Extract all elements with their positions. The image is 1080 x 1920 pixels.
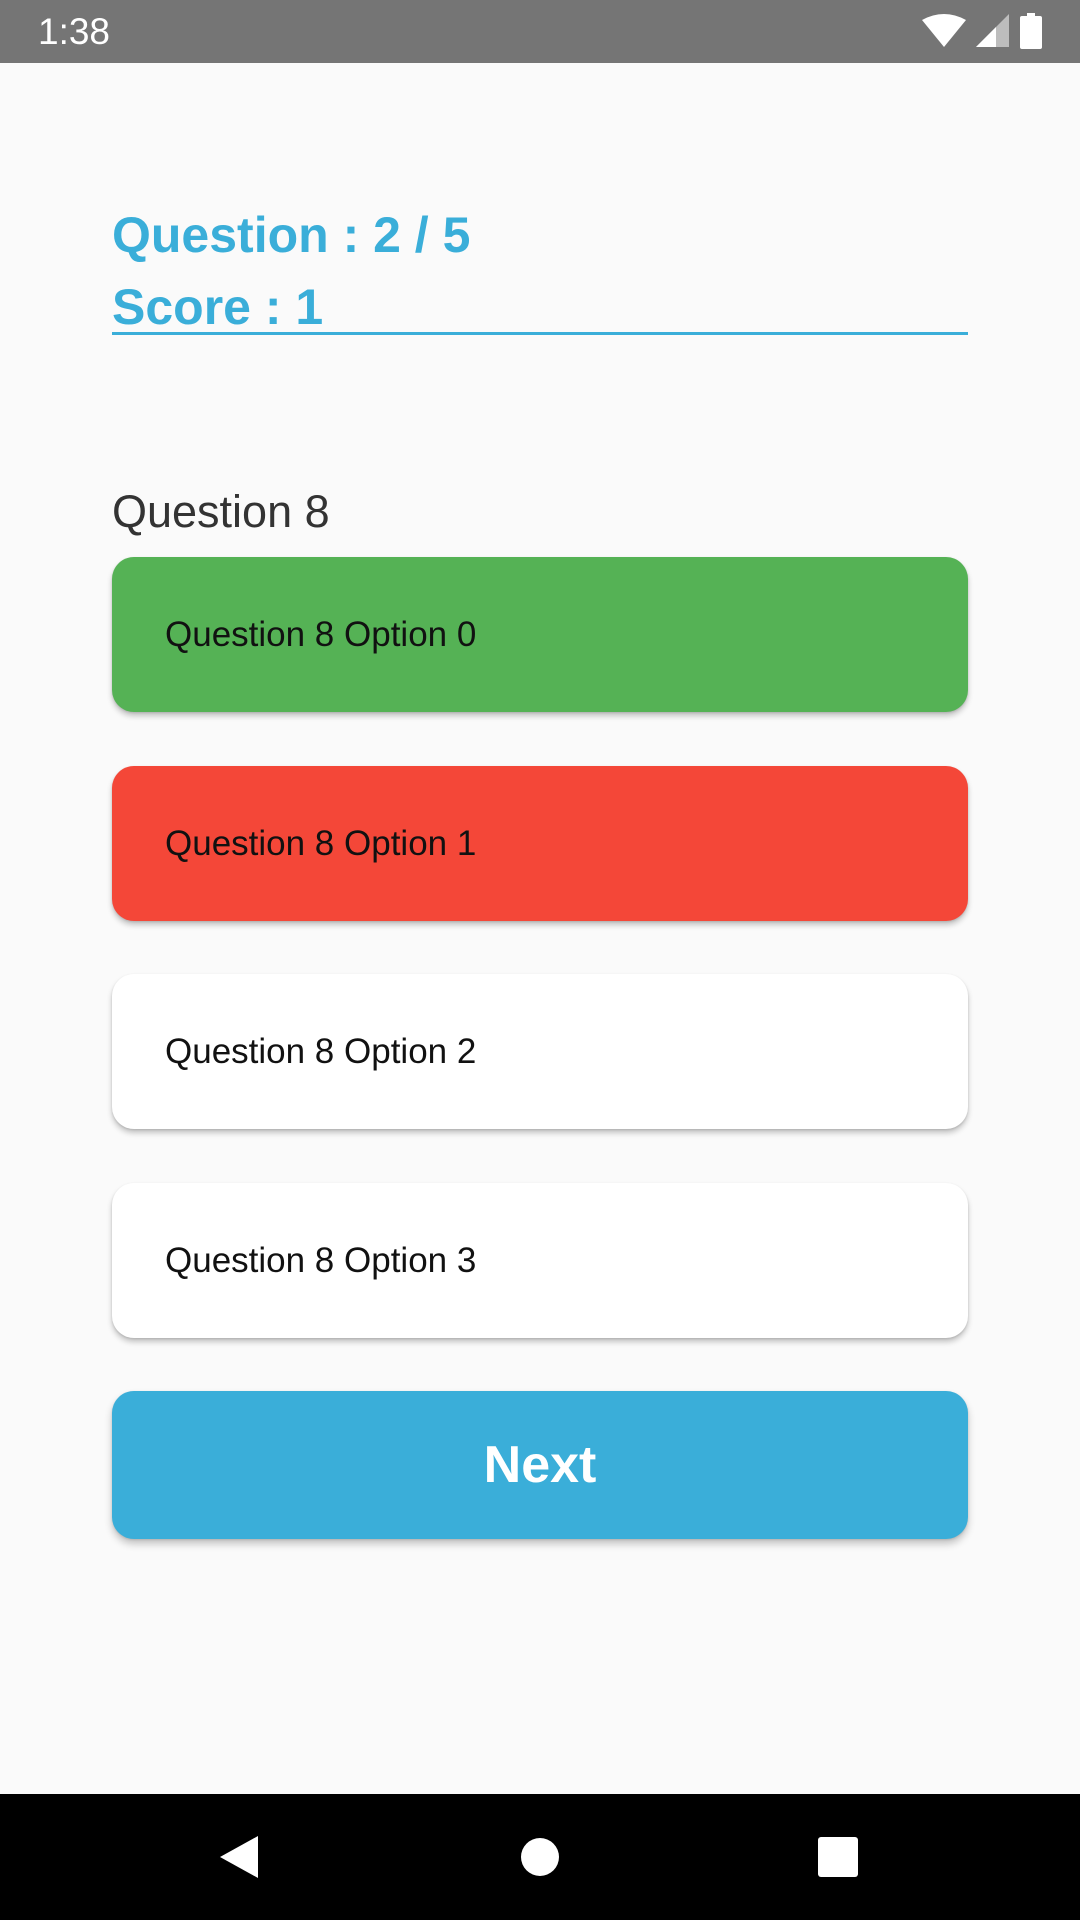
- option-label: Question 8 Option 0: [165, 614, 477, 654]
- option-button-0[interactable]: Question 8 Option 0: [112, 557, 968, 712]
- status-time: 1:38: [38, 11, 111, 52]
- option-button-1[interactable]: Question 8 Option 1: [112, 766, 968, 921]
- option-label: Question 8 Option 3: [165, 1240, 477, 1280]
- option-button-2[interactable]: Question 8 Option 2: [112, 974, 968, 1129]
- back-icon[interactable]: [209, 1827, 269, 1887]
- wifi-icon: [922, 14, 966, 48]
- recents-icon[interactable]: [808, 1827, 868, 1887]
- option-button-3[interactable]: Question 8 Option 3: [112, 1183, 968, 1338]
- option-label: Question 8 Option 2: [165, 1031, 477, 1071]
- signal-icon: [976, 14, 1010, 48]
- question-progress: Question : 2 / 5: [112, 207, 471, 263]
- option-label: Question 8 Option 1: [165, 823, 477, 863]
- status-icons: [922, 13, 1042, 49]
- home-icon[interactable]: [510, 1827, 570, 1887]
- navigation-bar: [0, 1794, 1080, 1920]
- header-divider: [112, 332, 968, 335]
- status-bar: 1:38: [0, 0, 1080, 63]
- next-button[interactable]: Next: [112, 1391, 968, 1539]
- battery-icon: [1020, 13, 1042, 49]
- next-button-label: Next: [483, 1436, 597, 1494]
- question-text: Question 8: [112, 486, 330, 537]
